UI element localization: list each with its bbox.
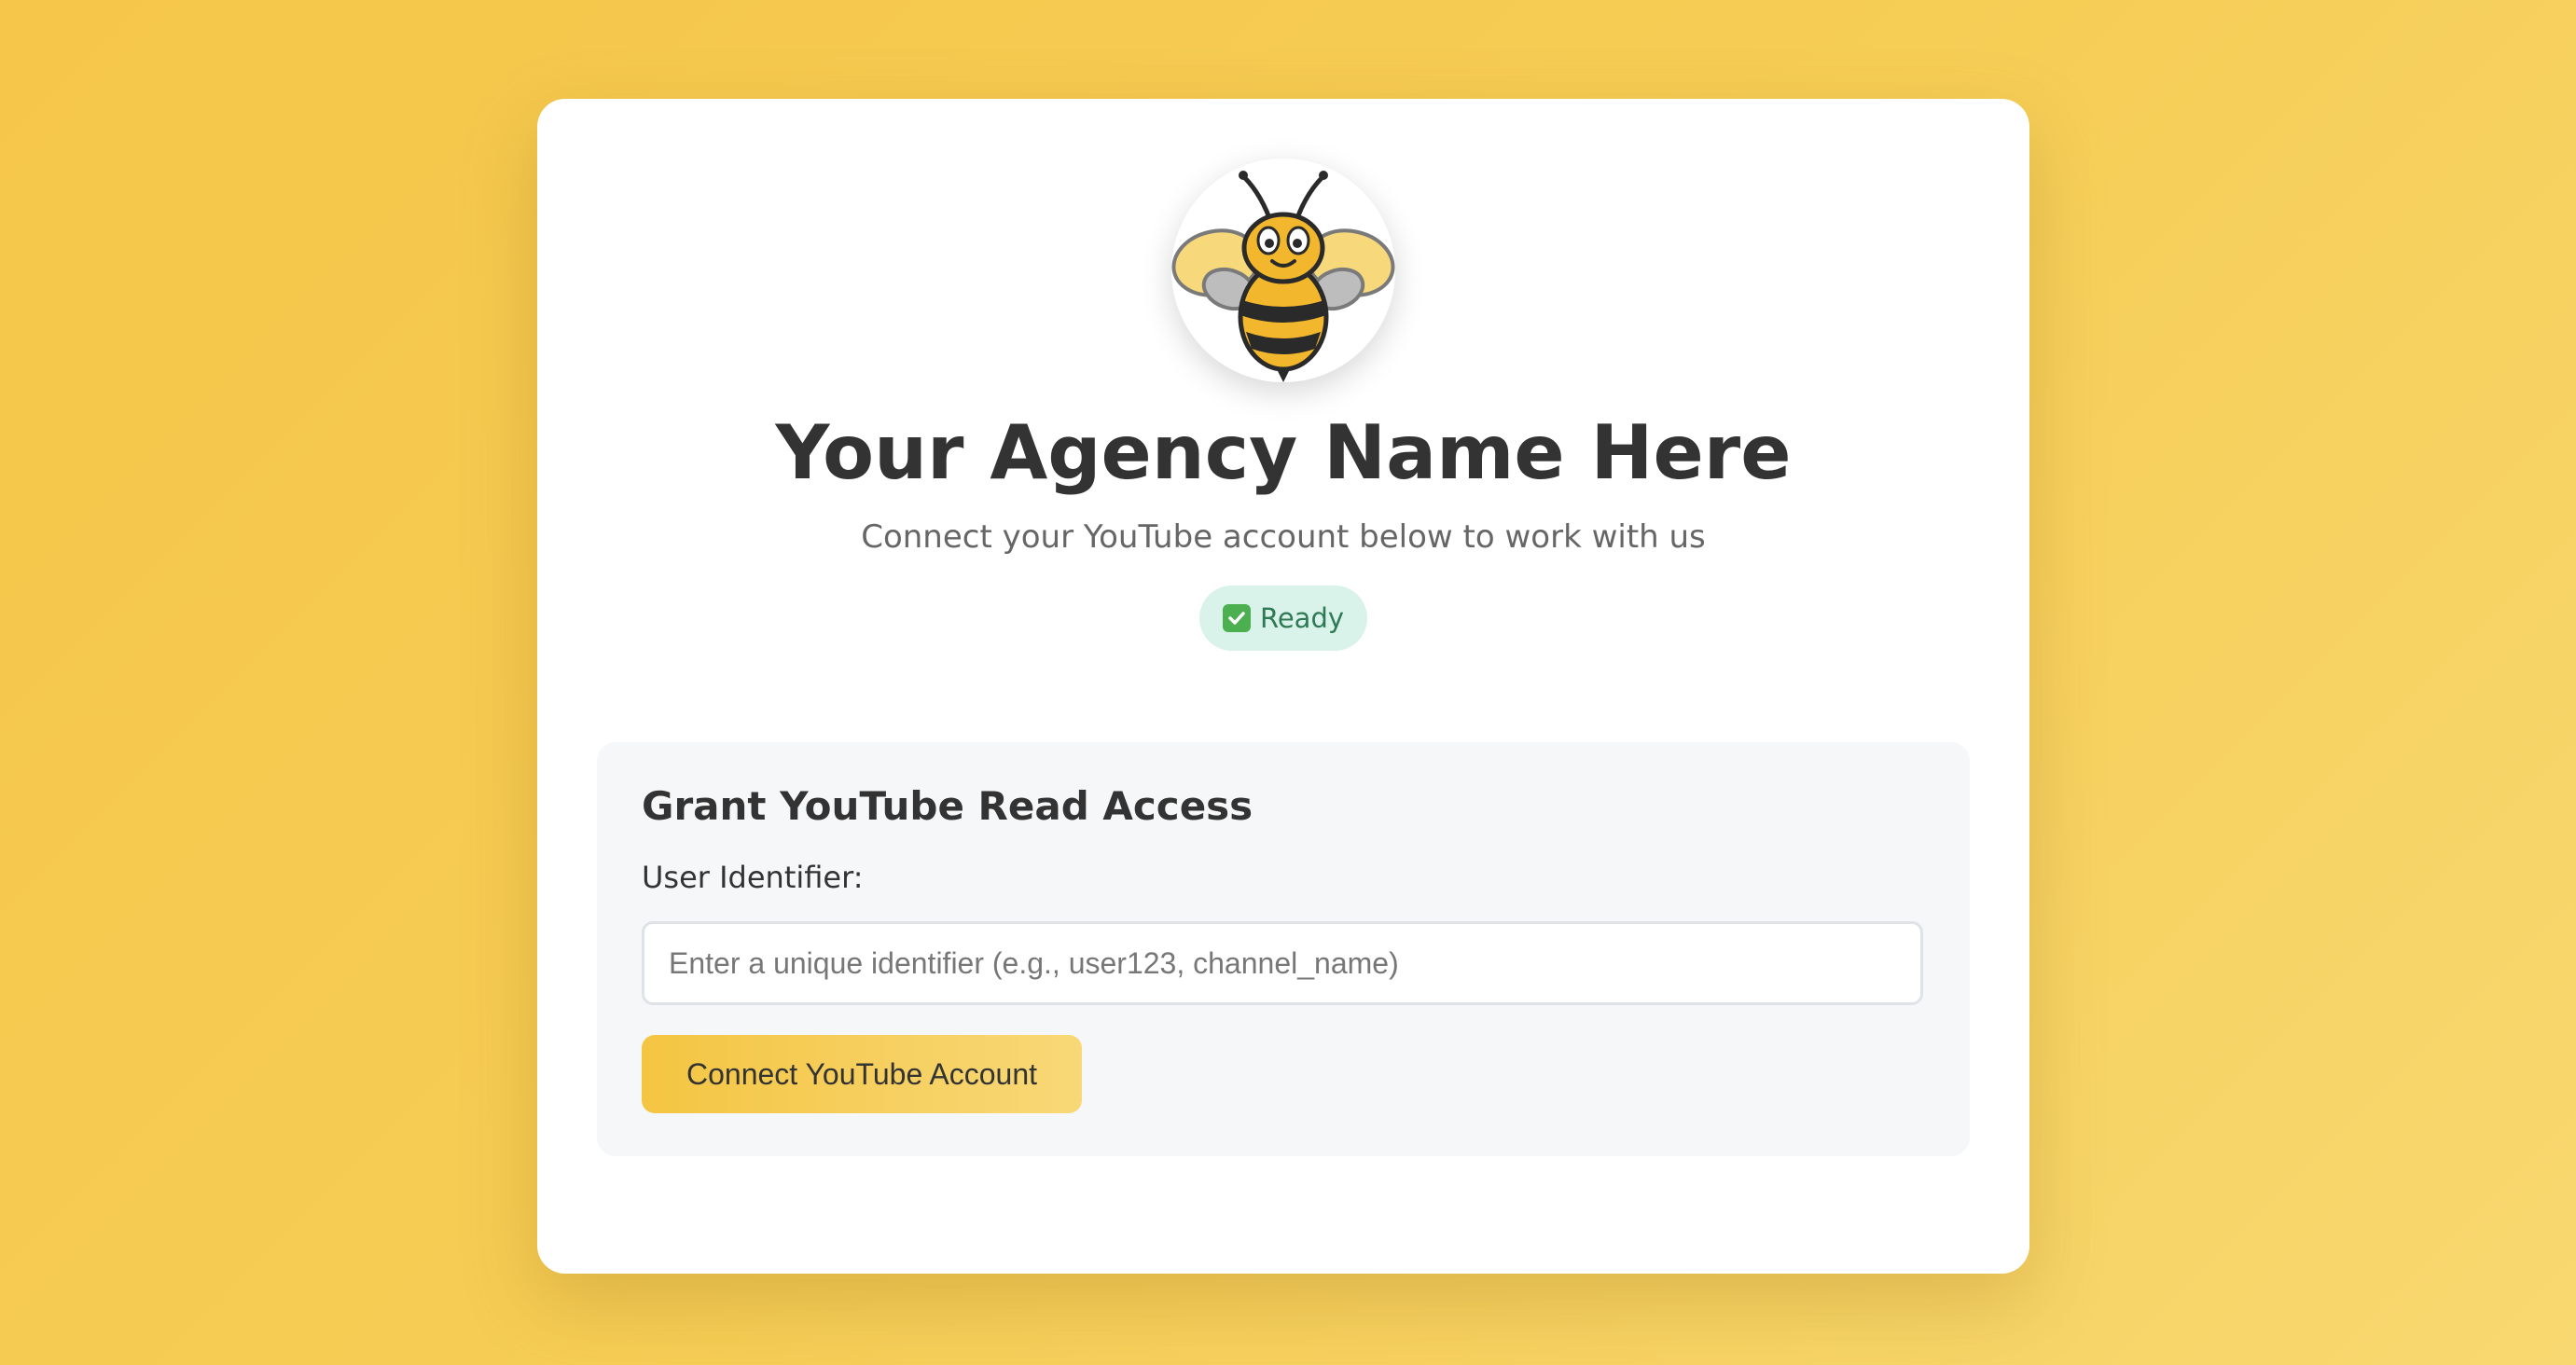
form-heading: Grant YouTube Read Access (642, 783, 1253, 829)
bee-mascot-icon (1171, 159, 1395, 382)
user-identifier-input[interactable] (642, 921, 1923, 1005)
status-badge: Ready (1199, 586, 1367, 651)
connect-youtube-button[interactable]: Connect YouTube Account (642, 1035, 1082, 1113)
access-form-panel: Grant YouTube Read Access User Identifie… (597, 742, 1970, 1156)
auth-card: Your Agency Name Here Connect your YouTu… (537, 99, 2029, 1274)
user-identifier-label: User Identifier: (642, 860, 864, 895)
page-title: Your Agency Name Here (775, 409, 1792, 496)
page-subtitle: Connect your YouTube account below to wo… (861, 518, 1706, 556)
status-label: Ready (1259, 602, 1345, 634)
check-box-icon (1222, 604, 1251, 632)
